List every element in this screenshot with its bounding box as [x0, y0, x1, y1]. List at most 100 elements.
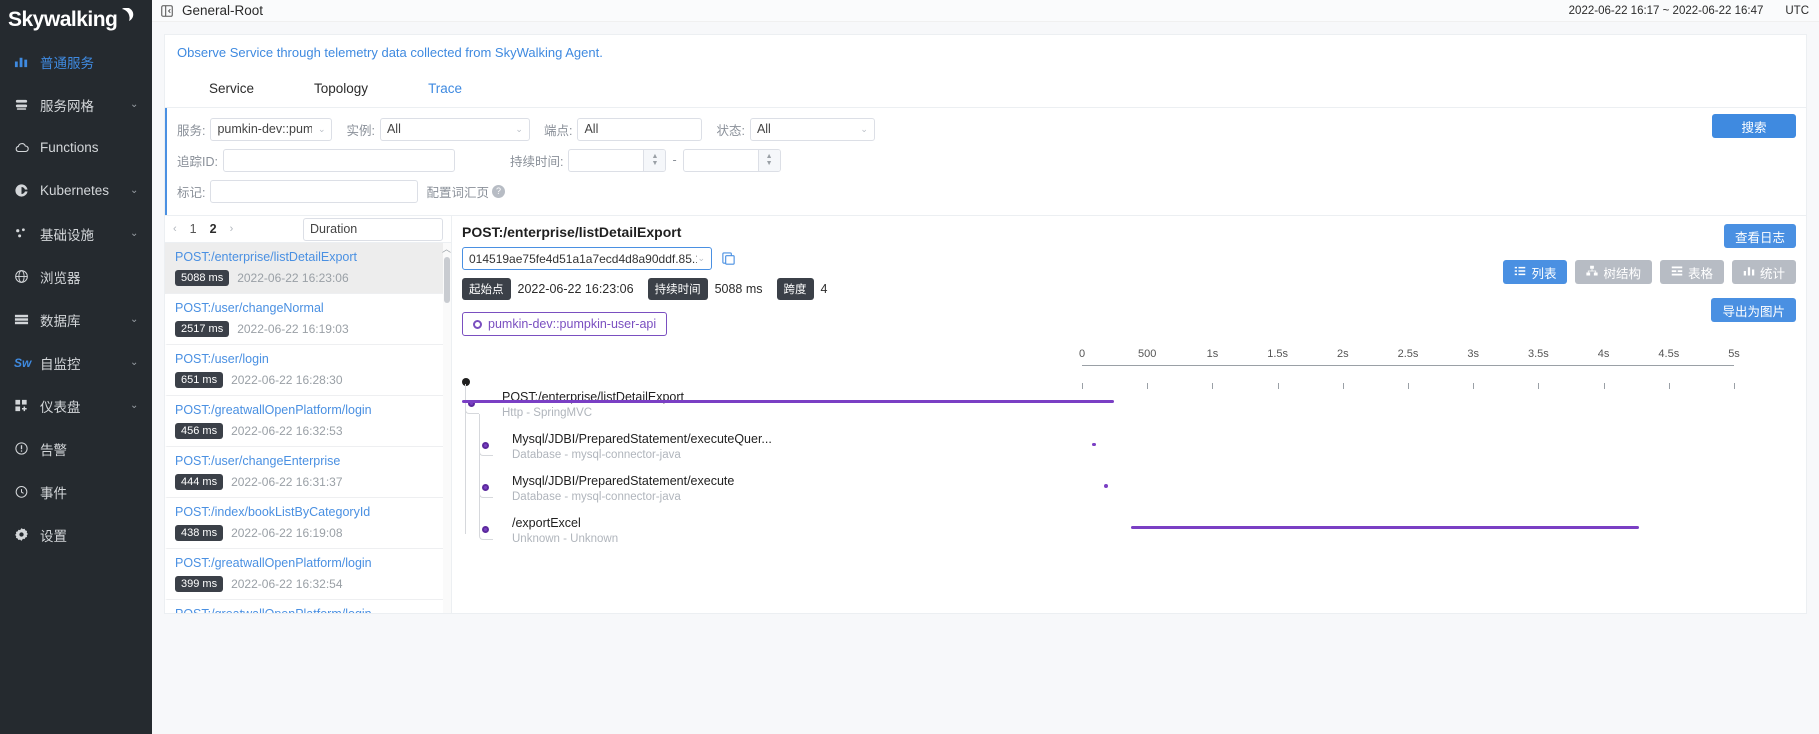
instance-value: All [386, 122, 401, 136]
list-icon [1514, 265, 1526, 280]
sidebar-item-alarm[interactable]: 告警 [0, 427, 152, 470]
chevron-down-icon[interactable]: ⌄ [130, 314, 152, 325]
chevron-down-icon[interactable]: ⌄ [130, 400, 152, 411]
duration-badge: 持续时间 [647, 278, 708, 300]
trace-item-name: POST:/user/changeNormal [175, 301, 324, 315]
filter-row-1: 服务: pumkin-dev::pumpkin ⌄ 实例: All ⌄ 端点: … [167, 116, 1806, 142]
trace-list-item[interactable]: POST:/user/login 651 ms 2022-06-22 16:28… [165, 345, 451, 396]
chevron-down-icon: ⌄ [317, 123, 326, 134]
page-2-button[interactable]: 2 [210, 222, 217, 236]
view-mode-statistics[interactable]: 统计 [1731, 260, 1796, 284]
globe-icon [14, 269, 40, 284]
view-logs-button[interactable]: 查看日志 [1723, 224, 1796, 248]
search-button[interactable]: 搜索 [1712, 114, 1796, 138]
view-mode-table[interactable]: 表格 [1659, 260, 1724, 284]
trace-list-panel: ‹ 1 2 › Duration POST:/enterprise/listDe… [165, 216, 452, 613]
view-mode-label: 统计 [1759, 266, 1785, 281]
moon-icon [118, 7, 134, 24]
filter-form: 服务: pumkin-dev::pumpkin ⌄ 实例: All ⌄ 端点: … [165, 108, 1806, 215]
export-image-button[interactable]: 导出为图片 [1711, 298, 1796, 322]
tags-input[interactable] [210, 179, 419, 203]
scrollbar-thumb[interactable] [444, 257, 450, 303]
axis-tick: 3s [1467, 348, 1479, 360]
trace-id-input[interactable] [222, 148, 455, 172]
filter-row-2: 追踪ID: 持续时间: ▲ ▼ - ▲ ▼ [167, 147, 1806, 173]
duration-min-stepper[interactable]: ▲ ▼ [643, 149, 666, 171]
filter-row-3: 标记: 配置词汇页 ? [167, 178, 1806, 204]
span-row[interactable]: /exportExcel Unknown - Unknown [462, 500, 1796, 545]
event-icon [14, 484, 40, 499]
trace-list-scrollbar[interactable]: ︿ [442, 243, 451, 613]
trace-list-item[interactable]: POST:/user/changeNormal 2517 ms 2022-06-… [165, 294, 451, 345]
service-chip[interactable]: pumkin-dev::pumpkin-user-api [462, 312, 668, 336]
axis-tick: 1.5s [1267, 348, 1288, 360]
sidebar-item-label: 服务网格 [40, 98, 94, 114]
service-select[interactable]: pumkin-dev::pumpkin ⌄ [210, 117, 333, 141]
copy-icon[interactable] [720, 251, 736, 267]
endpoint-value: All [584, 122, 599, 136]
next-page-button[interactable]: › [230, 223, 234, 235]
logo[interactable]: Skywalking [0, 0, 152, 40]
sidebar-item-kubernetes[interactable]: Kubernetes ⌄ [0, 169, 152, 212]
sidebar-item-settings[interactable]: 设置 [0, 513, 152, 556]
sidebar-item-functions[interactable]: Functions [0, 126, 152, 169]
sidebar-item-infrastructure[interactable]: 基础设施 ⌄ [0, 212, 152, 255]
trace-item-name: POST:/user/login [175, 352, 269, 366]
span-dot [482, 484, 489, 491]
timezone-label[interactable]: UTC [1785, 5, 1809, 17]
tab-topology[interactable]: Topology [284, 70, 398, 108]
collapse-sidebar-icon[interactable] [160, 4, 174, 18]
trace-list-item[interactable]: POST:/greatwallOpenPlatform/login 397 ms… [165, 600, 451, 613]
database-icon [14, 312, 40, 327]
trace-id-select[interactable]: 014519ae75fe4d51a1a7ecd4d8a90ddf.85.1655… [462, 247, 712, 270]
sidebar-item-service-mesh[interactable]: 服务网格 ⌄ [0, 83, 152, 126]
trace-item-name: POST:/greatwallOpenPlatform/login [175, 607, 441, 613]
page-title: General-Root [182, 3, 264, 18]
sidebar-item-event[interactable]: 事件 [0, 470, 152, 513]
chevron-down-icon[interactable]: ⌄ [130, 99, 152, 110]
scroll-up-icon[interactable]: ︿ [442, 243, 451, 254]
view-mode-tree[interactable]: 树结构 [1575, 260, 1652, 284]
sidebar-item-general-service[interactable]: 普通服务 [0, 40, 152, 83]
span-row[interactable]: Mysql/JDBI/PreparedStatement/executeQuer… [462, 416, 1796, 461]
span-name: Mysql/JDBI/PreparedStatement/execute [512, 474, 735, 488]
trace-list-item[interactable]: POST:/index/bookListByCategoryId 438 ms … [165, 498, 451, 549]
status-select[interactable]: All ⌄ [749, 117, 875, 141]
span-row[interactable]: Mysql/JDBI/PreparedStatement/execute Dat… [462, 458, 1796, 503]
time-range-display[interactable]: 2022-06-22 16:17 ~ 2022-06-22 16:47 [1569, 5, 1764, 17]
trace-list-item[interactable]: POST:/greatwallOpenPlatform/login 399 ms… [165, 549, 451, 600]
span-row[interactable]: POST:/enterprise/listDetailExport Http -… [462, 374, 1796, 419]
sort-select[interactable]: Duration [303, 217, 443, 241]
duration-max-stepper[interactable]: ▲ ▼ [757, 149, 780, 171]
span-bar [1130, 526, 1640, 529]
endpoint-label: 端点: [543, 123, 573, 138]
trace-item-meta: 2517 ms 2022-06-22 16:19:03 [175, 321, 441, 337]
trace-list-item[interactable]: POST:/greatwallOpenPlatform/login 456 ms… [165, 396, 451, 447]
trace-item-name: POST:/user/changeEnterprise [175, 454, 341, 468]
page-1-button[interactable]: 1 [190, 222, 197, 236]
view-mode-list[interactable]: 列表 [1503, 260, 1568, 284]
info-banner: Observe Service through telemetry data c… [164, 34, 1807, 70]
duration-min-input[interactable]: ▲ ▼ [568, 148, 667, 172]
trace-list-scroll: POST:/enterprise/listDetailExport 5088 m… [165, 243, 451, 613]
sidebar-item-database[interactable]: 数据库 ⌄ [0, 298, 152, 341]
help-icon[interactable]: ? [492, 184, 505, 198]
sidebar-item-dashboard[interactable]: 仪表盘 ⌄ [0, 384, 152, 427]
sidebar-item-self-monitoring[interactable]: Sw 自监控 ⌄ [0, 341, 152, 384]
duration-max-input[interactable]: ▲ ▼ [682, 148, 781, 172]
trace-item-meta: 399 ms 2022-06-22 16:32:54 [175, 576, 441, 592]
chevron-down-icon[interactable]: ⌄ [130, 357, 152, 368]
instance-select[interactable]: All ⌄ [379, 117, 530, 141]
trace-list-item[interactable]: POST:/enterprise/listDetailExport 5088 m… [165, 243, 451, 294]
sidebar-item-label: 告警 [40, 442, 67, 458]
tab-service[interactable]: Service [179, 70, 284, 108]
config-vocabulary-link[interactable]: 配置词汇页 ? [426, 182, 505, 201]
chevron-down-icon[interactable]: ⌄ [130, 185, 152, 196]
tab-trace[interactable]: Trace [398, 70, 492, 108]
chevron-down-icon[interactable]: ⌄ [130, 228, 152, 239]
sidebar-item-browser[interactable]: 浏览器 [0, 255, 152, 298]
duration-value: 5088 ms [714, 282, 763, 296]
prev-page-button[interactable]: ‹ [173, 223, 177, 235]
endpoint-input[interactable]: All [577, 117, 703, 141]
trace-list-item[interactable]: POST:/user/changeEnterprise 444 ms 2022-… [165, 447, 451, 498]
